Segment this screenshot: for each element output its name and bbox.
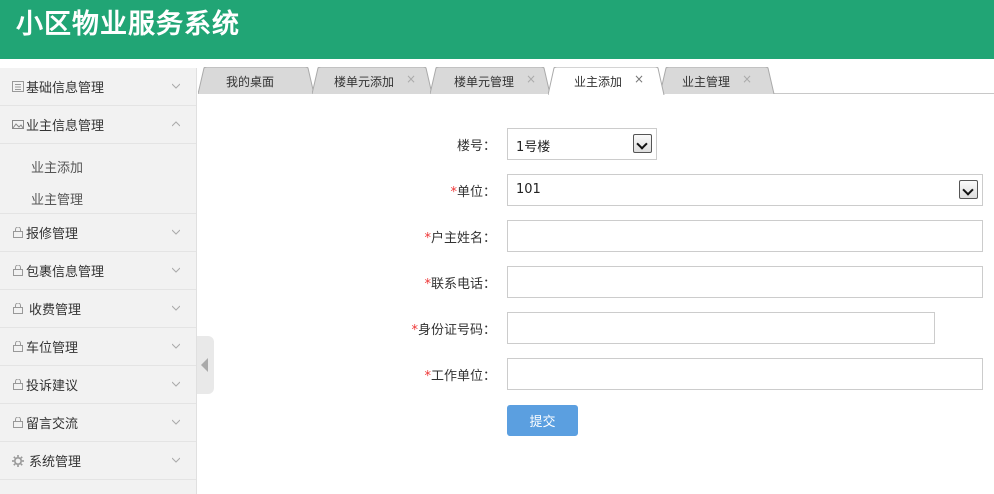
form-row-id-card: *身份证号码： — [0, 312, 994, 344]
owner-name-label: 户主姓名： — [430, 231, 496, 246]
sidebar-item-label: 系统管理 — [29, 455, 82, 470]
tab-building-unit-manage[interactable]: 楼单元管理 × — [430, 67, 552, 94]
form-row-unit: *单位： 101 — [0, 174, 994, 206]
close-icon[interactable]: × — [406, 72, 416, 86]
tab-label: 我的桌面 — [226, 75, 275, 89]
form-row-workplace: *工作单位： — [0, 358, 994, 390]
unit-label-wrap: *单位： — [450, 181, 496, 200]
building-value: 1号楼 — [516, 140, 551, 155]
sidebar-item-label: 基础信息管理 — [26, 81, 105, 96]
building-label: 楼号： — [456, 139, 496, 154]
building-select[interactable]: 1号楼 — [507, 128, 657, 160]
tab-label: 业主添加 — [574, 75, 623, 89]
close-icon[interactable]: × — [742, 72, 752, 86]
chevron-down-icon — [172, 419, 180, 425]
app-title: 小区物业服务系统 — [16, 9, 240, 40]
form-row-owner-name: *户主姓名： — [0, 220, 994, 252]
sidebar-item-system[interactable]: 系统管理 — [0, 442, 196, 480]
chevron-down-icon — [633, 134, 652, 153]
unit-value: 101 — [516, 182, 541, 197]
submit-button[interactable]: 提交 — [507, 405, 578, 436]
sidebar-item-label: 留言交流 — [26, 417, 79, 432]
phone-label: 联系电话： — [430, 277, 496, 292]
unit-select[interactable]: 101 — [507, 174, 983, 206]
workplace-label: 工作单位： — [430, 369, 496, 384]
tab-label: 业主管理 — [682, 75, 731, 89]
phone-label-wrap: *联系电话： — [424, 273, 496, 292]
workplace-input[interactable] — [507, 358, 983, 390]
sidebar-item-basic-info[interactable]: 基础信息管理 — [0, 68, 196, 106]
gear-icon — [12, 455, 24, 467]
id-card-input[interactable] — [507, 312, 935, 344]
tab-owner-add[interactable]: 业主添加 × — [548, 67, 666, 95]
form-row-phone: *联系电话： — [0, 266, 994, 298]
chevron-up-icon — [172, 121, 180, 127]
tab-label: 楼单元添加 — [334, 75, 395, 89]
chevron-down-icon — [172, 83, 180, 89]
form-row-building: 楼号： 1号楼 — [0, 128, 994, 160]
list-icon — [12, 81, 24, 92]
id-card-label: 身份证号码： — [417, 323, 496, 338]
workplace-label-wrap: *工作单位： — [424, 365, 496, 384]
chevron-down-icon — [172, 457, 180, 463]
tab-desktop[interactable]: 我的桌面 — [198, 67, 316, 94]
owner-name-input[interactable] — [507, 220, 983, 252]
owner-name-label-wrap: *户主姓名： — [424, 227, 496, 246]
tab-bar: 我的桌面 楼单元添加 × 楼单元管理 × 业主管理 × 业主添加 × — [198, 60, 994, 95]
close-icon[interactable]: × — [634, 72, 644, 86]
tab-owner-manage[interactable]: 业主管理 × — [660, 67, 776, 94]
lock-icon — [12, 416, 24, 428]
phone-input[interactable] — [507, 266, 983, 298]
close-icon[interactable]: × — [526, 72, 536, 86]
tab-label: 楼单元管理 — [454, 75, 515, 89]
sidebar-item-messages[interactable]: 留言交流 — [0, 404, 196, 442]
app-header: 小区物业服务系统 — [0, 0, 994, 59]
id-card-label-wrap: *身份证号码： — [411, 319, 496, 338]
tab-building-unit-add[interactable]: 楼单元添加 × — [312, 67, 434, 94]
chevron-down-icon — [172, 305, 180, 311]
chevron-down-icon — [959, 180, 978, 199]
unit-label: 单位： — [456, 185, 496, 200]
